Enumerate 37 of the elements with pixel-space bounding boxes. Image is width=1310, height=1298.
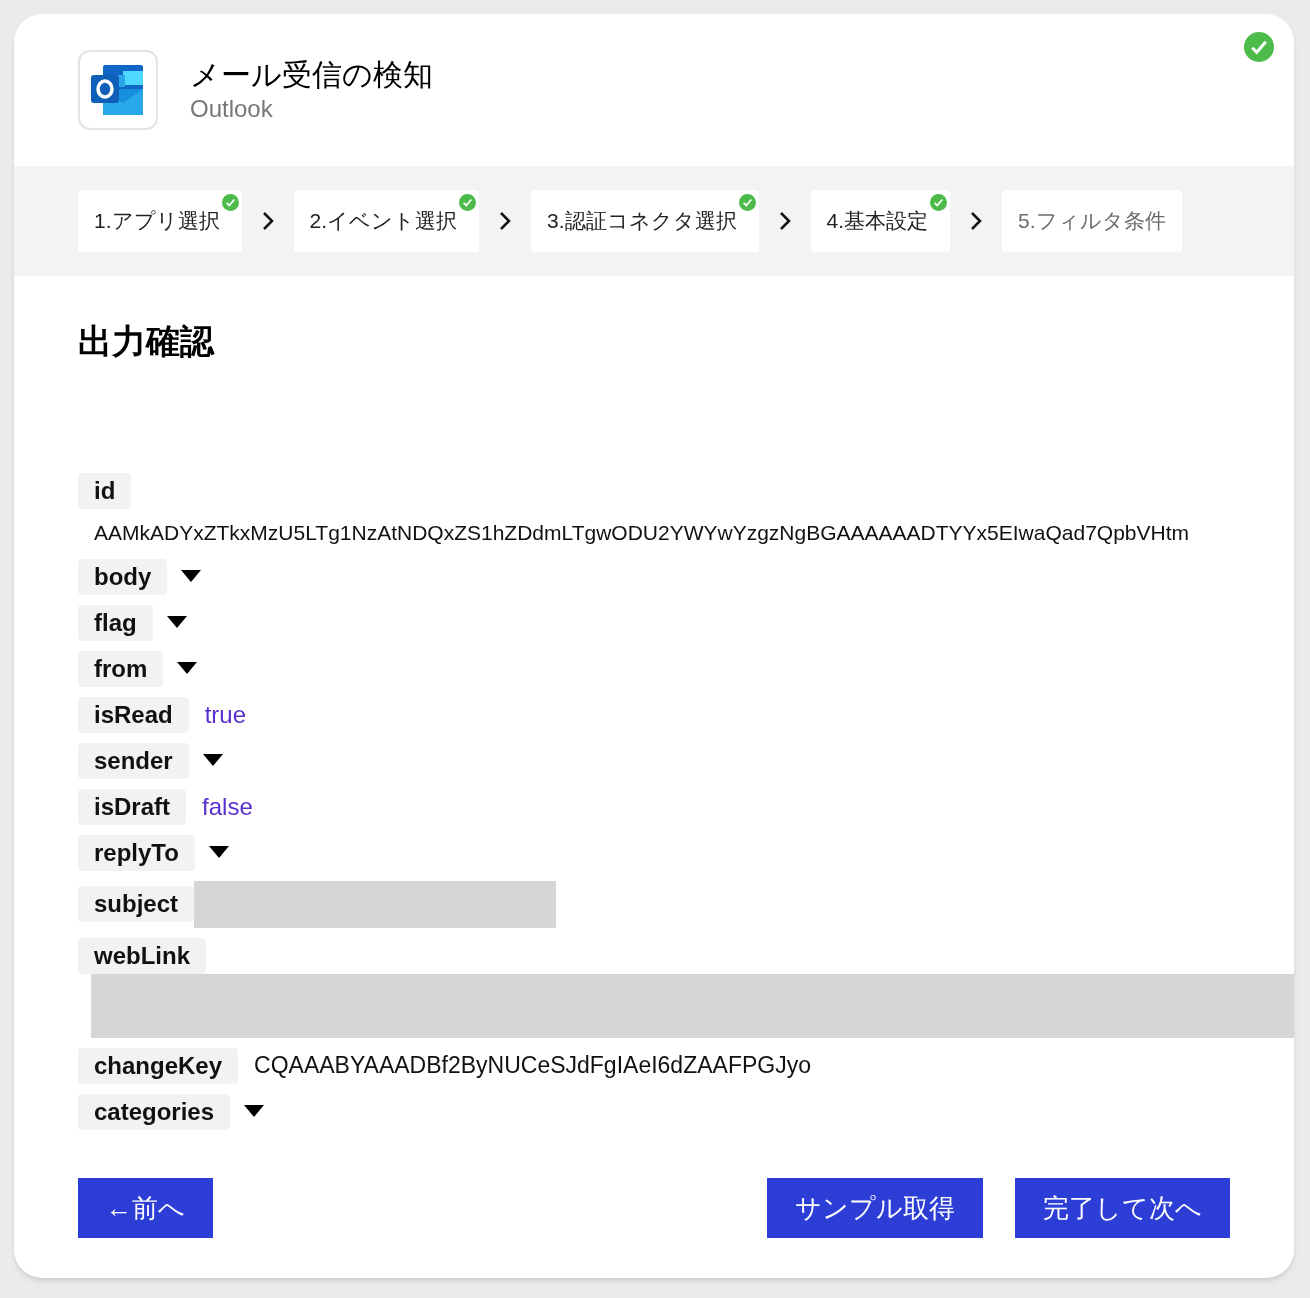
field-key: flag bbox=[78, 604, 153, 641]
field-key: replyTo bbox=[78, 834, 195, 871]
field-key: sender bbox=[78, 742, 189, 779]
step-tab[interactable]: 3.認証コネクタ選択 bbox=[531, 190, 759, 252]
field-value: false bbox=[202, 791, 253, 822]
field-key: changeKey bbox=[78, 1047, 239, 1084]
field-value: AAMkADYxZTkxMzU5LTg1NzAtNDQxZS1hZDdmLTgwODU2YWYwYzgzNgBGAAAAAADTYYx5EIwaQad7QpbVHtm bbox=[94, 520, 1190, 546]
field-value: true bbox=[204, 699, 247, 730]
caret-down-icon[interactable] bbox=[166, 616, 187, 629]
caret-down-icon[interactable] bbox=[177, 662, 198, 675]
step-tab[interactable]: 1.アプリ選択 bbox=[78, 190, 242, 252]
app-name: Outlook bbox=[190, 93, 274, 124]
field-key: id bbox=[78, 473, 132, 509]
field-key: body bbox=[78, 558, 168, 595]
caret-down-icon[interactable] bbox=[181, 570, 202, 583]
section-title: 出力確認 bbox=[78, 321, 216, 362]
caret-down-icon[interactable] bbox=[202, 754, 223, 767]
trigger-title: メール受信の検知 bbox=[190, 57, 433, 94]
finish-next-button[interactable]: 完了して次へ bbox=[1015, 1178, 1230, 1238]
field-key: subject bbox=[78, 886, 195, 922]
field-value: CQAAABYAAADBf2ByNUCeSJdFgIAeI6dZAAFPGJyo bbox=[254, 1051, 811, 1081]
step-tab[interactable]: 5.フィルタ条件 bbox=[1002, 190, 1182, 252]
field-key: isDraft bbox=[78, 788, 187, 825]
step-done-check-icon bbox=[738, 194, 756, 211]
caret-down-icon[interactable] bbox=[208, 846, 229, 859]
step-done-check-icon bbox=[459, 194, 477, 211]
field-key: isRead bbox=[78, 696, 189, 733]
field-key: categories bbox=[78, 1093, 231, 1130]
caret-down-icon[interactable] bbox=[244, 1105, 265, 1118]
field-key: from bbox=[78, 650, 164, 687]
back-button[interactable]: ←前へ bbox=[78, 1178, 213, 1238]
field-key: webLink bbox=[78, 937, 206, 974]
step-tab[interactable]: 4.基本設定 bbox=[810, 190, 951, 252]
get-sample-button[interactable]: サンプル取得 bbox=[767, 1178, 983, 1238]
step-tab[interactable]: 2.イベント選択 bbox=[293, 190, 480, 252]
step-done-check-icon bbox=[930, 194, 948, 211]
step-done-check-icon bbox=[221, 194, 239, 211]
